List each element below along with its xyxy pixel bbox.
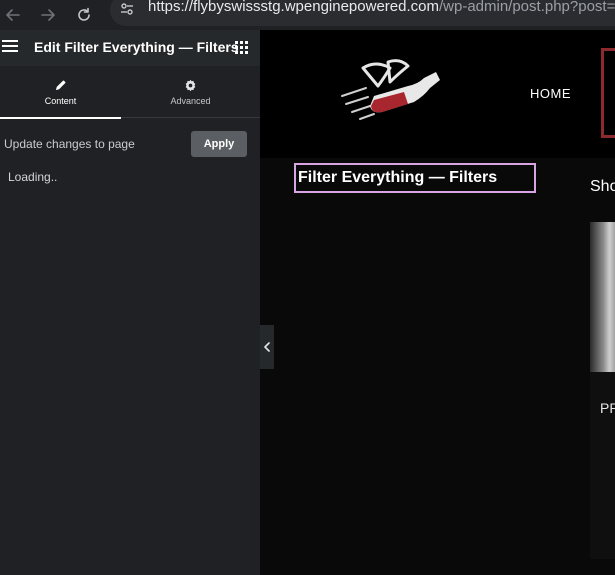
reload-icon[interactable] xyxy=(73,4,95,26)
filter-widget-outline[interactable]: Filter Everything — Filters xyxy=(294,163,536,193)
gear-icon xyxy=(185,79,196,91)
elementor-panel: Edit Filter Everything — Filters Content… xyxy=(0,30,260,575)
product-card[interactable]: PR xyxy=(590,222,615,559)
browser-toolbar: https://flybyswissstg.wpenginepowered.co… xyxy=(0,0,615,30)
header-cta-frame xyxy=(601,48,615,138)
panel-header: Edit Filter Everything — Filters xyxy=(0,30,260,66)
screen: https://flybyswissstg.wpenginepowered.co… xyxy=(0,0,615,575)
chevron-left-icon xyxy=(264,342,270,352)
panel-title: Edit Filter Everything — Filters xyxy=(34,39,239,55)
tab-advanced[interactable]: Advanced xyxy=(121,66,260,118)
widget-title: Filter Everything — Filters xyxy=(298,169,498,186)
loading-text: Loading.. xyxy=(8,170,58,184)
update-changes-row: Update changes to page Apply xyxy=(0,130,260,158)
tab-content-label: Content xyxy=(44,95,77,106)
site-info-icon[interactable] xyxy=(118,0,136,18)
panel-tabs: Content Advanced xyxy=(0,66,260,119)
tab-content[interactable]: Content xyxy=(0,66,121,119)
url-host: https://flybyswissstg.wpenginepowered.co… xyxy=(148,0,439,15)
tab-advanced-label: Advanced xyxy=(170,95,211,106)
product-image[interactable] xyxy=(590,222,615,372)
url-text[interactable]: https://flybyswissstg.wpenginepowered.co… xyxy=(148,0,615,15)
product-text-partial: PR xyxy=(600,400,615,416)
nav-item-home[interactable]: HOME xyxy=(530,86,571,101)
active-tab-indicator xyxy=(0,117,121,119)
back-icon[interactable] xyxy=(2,4,24,26)
apply-button[interactable]: Apply xyxy=(191,131,247,157)
site-header: HOME xyxy=(260,30,615,158)
update-changes-label: Update changes to page xyxy=(4,137,135,151)
site-logo[interactable] xyxy=(338,56,443,128)
url-path: /wp-admin/post.php?post=219 xyxy=(438,0,615,15)
shop-heading-partial: Sho xyxy=(590,178,615,195)
menu-icon[interactable] xyxy=(2,40,18,54)
widgets-grid-icon[interactable] xyxy=(235,41,248,54)
collapse-panel-handle[interactable] xyxy=(260,325,274,369)
forward-icon[interactable] xyxy=(37,4,59,26)
pencil-icon xyxy=(55,80,66,90)
site-preview: HOME Filter Everything — Filters Sho PR xyxy=(260,30,615,575)
